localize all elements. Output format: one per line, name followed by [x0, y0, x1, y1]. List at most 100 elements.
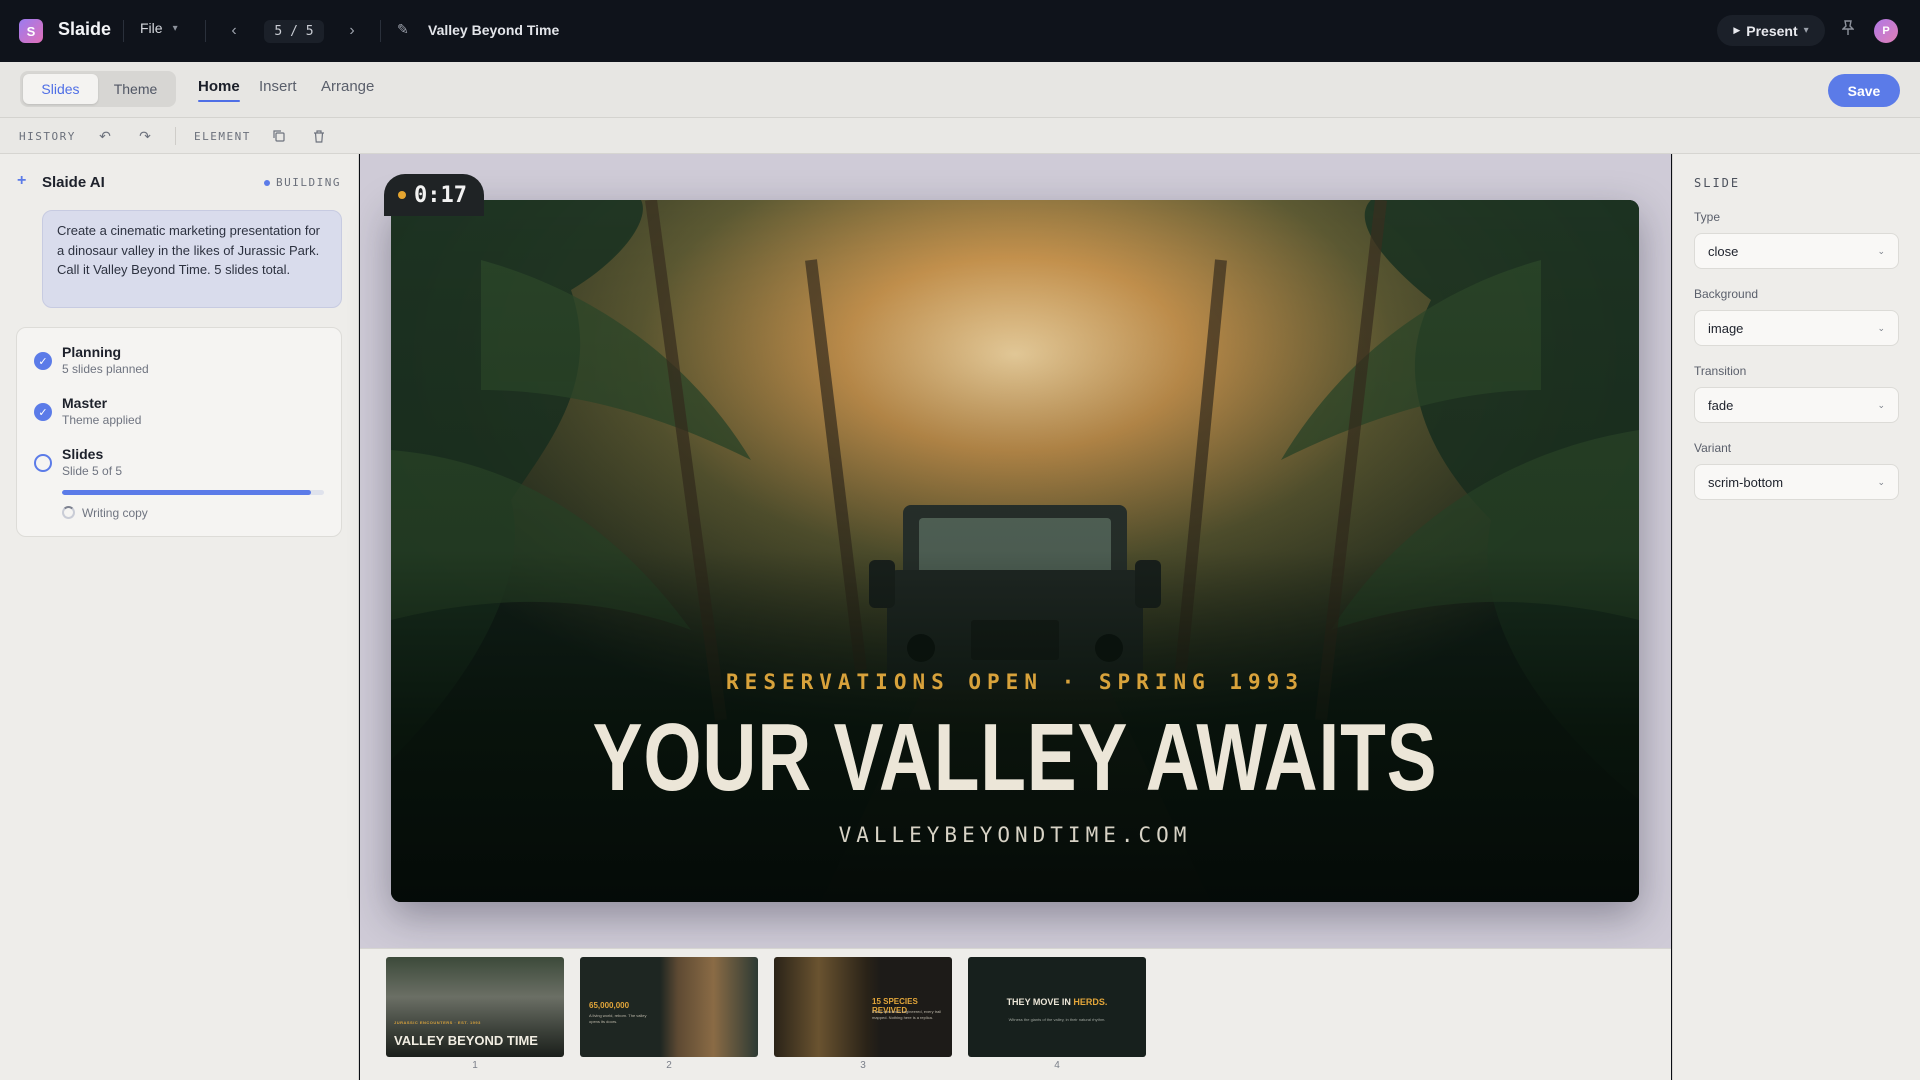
present-button[interactable]: ▶ Present ▾ — [1717, 15, 1825, 46]
step-name: Slides — [62, 446, 104, 462]
duplicate-icon[interactable] — [270, 127, 288, 145]
tab-arrange[interactable]: Arrange — [321, 78, 374, 95]
previous-slide-button[interactable]: ‹ — [223, 19, 245, 43]
slide-number: 4 — [1054, 1060, 1060, 1071]
step-slides: Slides Slide 5 of 5 — [17, 446, 341, 486]
build-status-text: BUILDING — [276, 176, 341, 189]
slide-canvas: 0:17 RESERVATIONS OPEN · SPRING 1993 YOU… — [360, 154, 1671, 948]
top-bar: S Slaide File ▾ ‹ 5 / 5 › ✎ Valley Beyon… — [0, 0, 1920, 62]
user-avatar[interactable]: P — [1874, 19, 1898, 43]
variant-select[interactable]: scrim-bottom ⌄ — [1694, 464, 1899, 500]
slide-number: 3 — [860, 1060, 866, 1071]
tab-insert[interactable]: Insert — [259, 78, 297, 95]
type-label: Type — [1694, 210, 1721, 224]
history-label: HISTORY — [19, 130, 76, 143]
divider — [380, 20, 381, 42]
variant-value: scrim-bottom — [1708, 474, 1784, 490]
document-title[interactable]: Valley Beyond Time — [428, 22, 559, 38]
pending-circle-icon — [34, 454, 52, 472]
transition-label: Transition — [1694, 364, 1747, 378]
slides-progress-bar — [62, 490, 324, 495]
file-menu[interactable]: File ▾ — [140, 20, 178, 36]
mode-switcher: Slides Theme — [20, 71, 176, 107]
chevron-right-icon: › — [349, 22, 355, 39]
background-label: Background — [1694, 287, 1759, 301]
duplicate-glyph — [273, 130, 285, 142]
variant-label: Variant — [1694, 441, 1732, 455]
save-button[interactable]: Save — [1828, 74, 1900, 107]
build-steps: ✓ Planning 5 slides planned ✓ Master The… — [16, 327, 342, 537]
present-label: Present — [1746, 22, 1798, 39]
chevron-down-icon: ▾ — [172, 22, 178, 34]
play-icon: ▶ — [1733, 25, 1741, 35]
recording-timer: 0:17 — [384, 174, 484, 216]
redo-icon[interactable]: ↷ — [136, 127, 154, 145]
thumb-detail: A living world, reborn. The valley opens… — [589, 1013, 647, 1024]
chevron-down-icon: ⌄ — [1877, 322, 1885, 333]
step-detail: Slide 5 of 5 — [62, 464, 123, 478]
thumb-title-prefix: THEY MOVE IN — [1006, 997, 1074, 1007]
undo-icon[interactable]: ↶ — [96, 127, 114, 145]
thumb-title: 65,000,000 — [589, 1001, 630, 1010]
ribbon: Slides Theme Home Insert Arrange Save — [0, 62, 1920, 118]
divider — [123, 20, 124, 42]
user-prompt-bubble: Create a cinematic marketing presentatio… — [42, 210, 342, 308]
step-planning: ✓ Planning 5 slides planned — [17, 344, 341, 384]
current-task: Writing copy — [82, 506, 148, 520]
step-master: ✓ Master Theme applied — [17, 395, 341, 435]
background-select[interactable]: image ⌄ — [1694, 310, 1899, 346]
current-slide[interactable]: RESERVATIONS OPEN · SPRING 1993 YOUR VAL… — [391, 200, 1639, 902]
chevron-down-icon: ⌄ — [1877, 476, 1885, 487]
slide-headline[interactable]: YOUR VALLEY AWAITS — [528, 708, 1501, 808]
step-detail: Theme applied — [62, 413, 142, 427]
plus-icon[interactable]: + — [17, 172, 26, 190]
trash-glyph — [314, 129, 324, 143]
slide-number: 1 — [472, 1060, 478, 1071]
slide-thumbnail-3[interactable]: 15 SPECIES REVIVED Every specimen engine… — [774, 957, 952, 1057]
status-dot-icon — [264, 179, 271, 186]
pin-glyph — [1841, 20, 1855, 35]
mode-slides[interactable]: Slides — [23, 74, 98, 104]
slide-thumbnail-2[interactable]: 65,000,000 A living world, reborn. The v… — [580, 957, 758, 1057]
pin-icon[interactable] — [1841, 20, 1855, 39]
step-name: Master — [62, 395, 108, 411]
thumb-title-accent: HERDS. — [1073, 997, 1108, 1007]
thumb-detail: Every specimen engineered, every trail m… — [872, 1009, 942, 1020]
slide-thumbnail-4[interactable]: THEY MOVE IN HERDS. Witness the giants o… — [968, 957, 1146, 1057]
slide-number: 2 — [666, 1060, 672, 1071]
divider — [205, 20, 206, 42]
build-status: BUILDING — [264, 176, 341, 189]
thumb-detail: Witness the giants of the valley, in the… — [1008, 1017, 1106, 1022]
ai-panel-title: Slaide AI — [42, 174, 105, 191]
thumb-title: THEY MOVE IN HERDS. — [968, 997, 1146, 1007]
check-circle-icon: ✓ — [34, 403, 52, 421]
chevron-down-icon: ⌄ — [1877, 245, 1885, 256]
transition-value: fade — [1708, 397, 1734, 413]
step-name: Planning — [62, 344, 122, 360]
app-name: Slaide — [58, 19, 112, 39]
pencil-icon[interactable]: ✎ — [397, 21, 409, 38]
progress-fill — [62, 490, 311, 495]
mode-theme[interactable]: Theme — [98, 74, 173, 104]
trash-icon[interactable] — [310, 127, 328, 145]
type-select[interactable]: close ⌄ — [1694, 233, 1899, 269]
next-slide-button[interactable]: › — [341, 19, 363, 43]
slide-filmstrip: JURASSIC ENCOUNTERS · EST. 1993 VALLEY B… — [360, 948, 1671, 1080]
ai-panel: + Slaide AI BUILDING Create a cinematic … — [0, 154, 359, 1080]
chevron-left-icon: ‹ — [231, 22, 237, 39]
background-value: image — [1708, 320, 1744, 336]
file-menu-label: File — [140, 20, 163, 36]
transition-select[interactable]: fade ⌄ — [1694, 387, 1899, 423]
slide-properties-panel: SLIDE Type close ⌄ Background image ⌄ Tr… — [1672, 154, 1920, 1080]
slide-thumbnail-1[interactable]: JURASSIC ENCOUNTERS · EST. 1993 VALLEY B… — [386, 957, 564, 1057]
app-logo: S — [19, 19, 43, 43]
slide-kicker[interactable]: RESERVATIONS OPEN · SPRING 1993 — [391, 670, 1639, 694]
tab-home[interactable]: Home — [198, 78, 240, 102]
spinner-icon — [62, 506, 75, 519]
chevron-down-icon: ▾ — [1803, 25, 1809, 36]
element-label: ELEMENT — [194, 130, 251, 143]
slide-url[interactable]: VALLEYBEYONDTIME.COM — [391, 823, 1639, 847]
properties-title: SLIDE — [1694, 176, 1741, 190]
type-value: close — [1708, 243, 1739, 259]
thumb-title: VALLEY BEYOND TIME — [394, 1033, 538, 1048]
